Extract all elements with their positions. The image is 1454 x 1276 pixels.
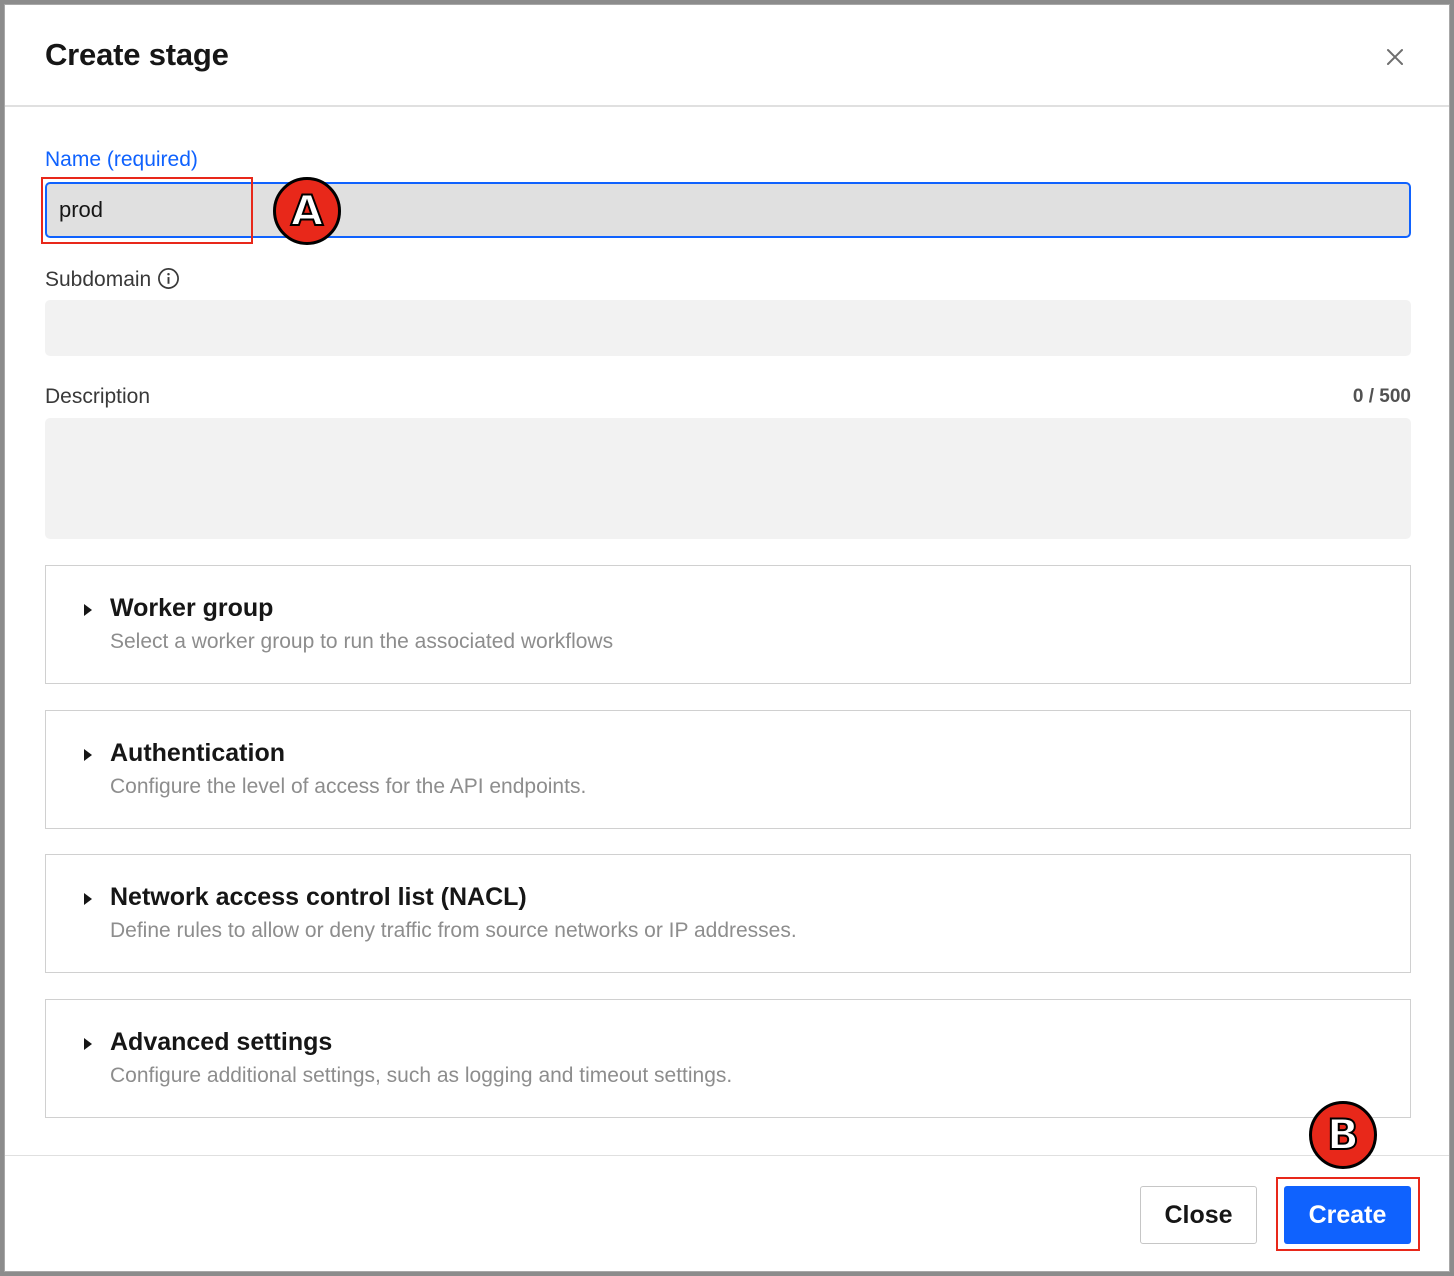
section-subtitle: Select a worker group to run the associa… xyxy=(110,630,614,653)
name-input[interactable] xyxy=(59,197,1397,223)
subdomain-input[interactable] xyxy=(45,300,1411,356)
annotation-marker-a: A xyxy=(273,177,341,245)
section-title: Worker group xyxy=(110,594,274,622)
section-title: Authentication xyxy=(110,739,285,767)
section-worker-group[interactable]: Worker group Select a worker group to ru… xyxy=(45,565,1411,684)
caret-right-icon xyxy=(82,891,94,907)
section-subtitle: Configure the level of access for the AP… xyxy=(110,775,587,798)
subdomain-input-wrapper xyxy=(45,300,1411,356)
dialog-header: Create stage xyxy=(5,5,1449,107)
name-input-wrapper xyxy=(45,182,1411,238)
description-char-counter: 0 / 500 xyxy=(1352,386,1411,407)
section-subtitle: Configure additional settings, such as l… xyxy=(110,1064,733,1087)
description-textarea-wrapper xyxy=(45,418,1411,539)
info-icon[interactable] xyxy=(157,267,180,290)
annotation-marker-b: B xyxy=(1309,1101,1377,1169)
close-icon[interactable] xyxy=(1381,43,1409,71)
create-button[interactable]: Create xyxy=(1284,1186,1411,1244)
marker-a-label: A xyxy=(290,186,324,235)
caret-right-icon xyxy=(82,602,94,618)
marker-b-label: B xyxy=(1326,1110,1360,1159)
create-stage-dialog: Create stage Name (required) Subdomain D… xyxy=(4,4,1450,1272)
section-subtitle: Define rules to allow or deny traffic fr… xyxy=(110,919,797,942)
subdomain-label: Subdomain xyxy=(45,268,152,291)
description-label: Description xyxy=(45,385,151,408)
dialog-title: Create stage xyxy=(45,37,229,72)
name-label: Name (required) xyxy=(45,148,198,171)
subdomain-label-row: Subdomain xyxy=(45,267,180,292)
section-nacl[interactable]: Network access control list (NACL) Defin… xyxy=(45,854,1411,973)
section-title: Network access control list (NACL) xyxy=(110,883,527,911)
caret-right-icon xyxy=(82,747,94,763)
section-authentication[interactable]: Authentication Configure the level of ac… xyxy=(45,710,1411,829)
caret-right-icon xyxy=(82,1036,94,1052)
section-title: Advanced settings xyxy=(110,1028,333,1056)
close-button[interactable]: Close xyxy=(1140,1186,1257,1244)
description-textarea[interactable] xyxy=(45,418,1411,539)
section-advanced-settings[interactable]: Advanced settings Configure additional s… xyxy=(45,999,1411,1118)
